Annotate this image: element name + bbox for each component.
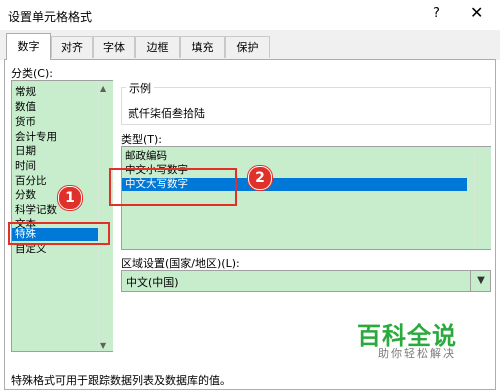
sample-legend: 示例 xyxy=(126,80,154,96)
locale-value: 中文(中国) xyxy=(126,276,179,289)
dialog-title: 设置单元格格式 xyxy=(8,10,93,24)
category-label: 分类(C): xyxy=(11,67,53,80)
watermark-slogan: 助你轻松解决 xyxy=(378,347,456,360)
category-item[interactable]: 货币 xyxy=(15,116,36,129)
sample-value: 贰仟柒佰叁拾陆 xyxy=(128,107,205,120)
category-item[interactable]: 科学记数 xyxy=(15,204,57,217)
locale-label: 区域设置(国家/地区)(L): xyxy=(121,257,240,270)
tab-border[interactable]: 边框 xyxy=(135,36,180,58)
scroll-down-icon[interactable]: ▼ xyxy=(100,341,106,350)
category-item[interactable]: 常规 xyxy=(15,86,36,99)
annotation-badge-2: 2 xyxy=(248,166,272,190)
close-button[interactable]: ✕ xyxy=(470,3,483,22)
category-item[interactable]: 数值 xyxy=(15,101,36,114)
chevron-down-icon[interactable]: ▼ xyxy=(470,271,491,291)
category-item[interactable]: 百分比 xyxy=(15,175,47,188)
type-scrollbar[interactable] xyxy=(474,147,491,249)
annotation-box-2 xyxy=(109,168,237,206)
category-item[interactable]: 分数 xyxy=(15,189,36,202)
format-description: 特殊格式可用于跟踪数据列表及数据库的值。 xyxy=(11,374,231,387)
tab-alignment[interactable]: 对齐 xyxy=(51,36,93,58)
type-item[interactable]: 邮政编码 xyxy=(125,150,167,163)
category-item[interactable]: 日期 xyxy=(15,145,36,158)
tab-protection[interactable]: 保护 xyxy=(225,36,270,58)
annotation-box-1 xyxy=(8,222,110,245)
scroll-up-icon[interactable]: ▲ xyxy=(100,84,106,93)
tab-fill[interactable]: 填充 xyxy=(180,36,225,58)
tab-number[interactable]: 数字 xyxy=(6,33,51,60)
category-scrollbar[interactable] xyxy=(98,81,113,351)
help-button[interactable]: ? xyxy=(433,6,440,21)
annotation-badge-1: 1 xyxy=(58,186,82,210)
category-item[interactable]: 会计专用 xyxy=(15,131,57,144)
tab-font[interactable]: 字体 xyxy=(93,36,135,58)
category-item[interactable]: 时间 xyxy=(15,160,36,173)
type-label: 类型(T): xyxy=(121,133,163,146)
